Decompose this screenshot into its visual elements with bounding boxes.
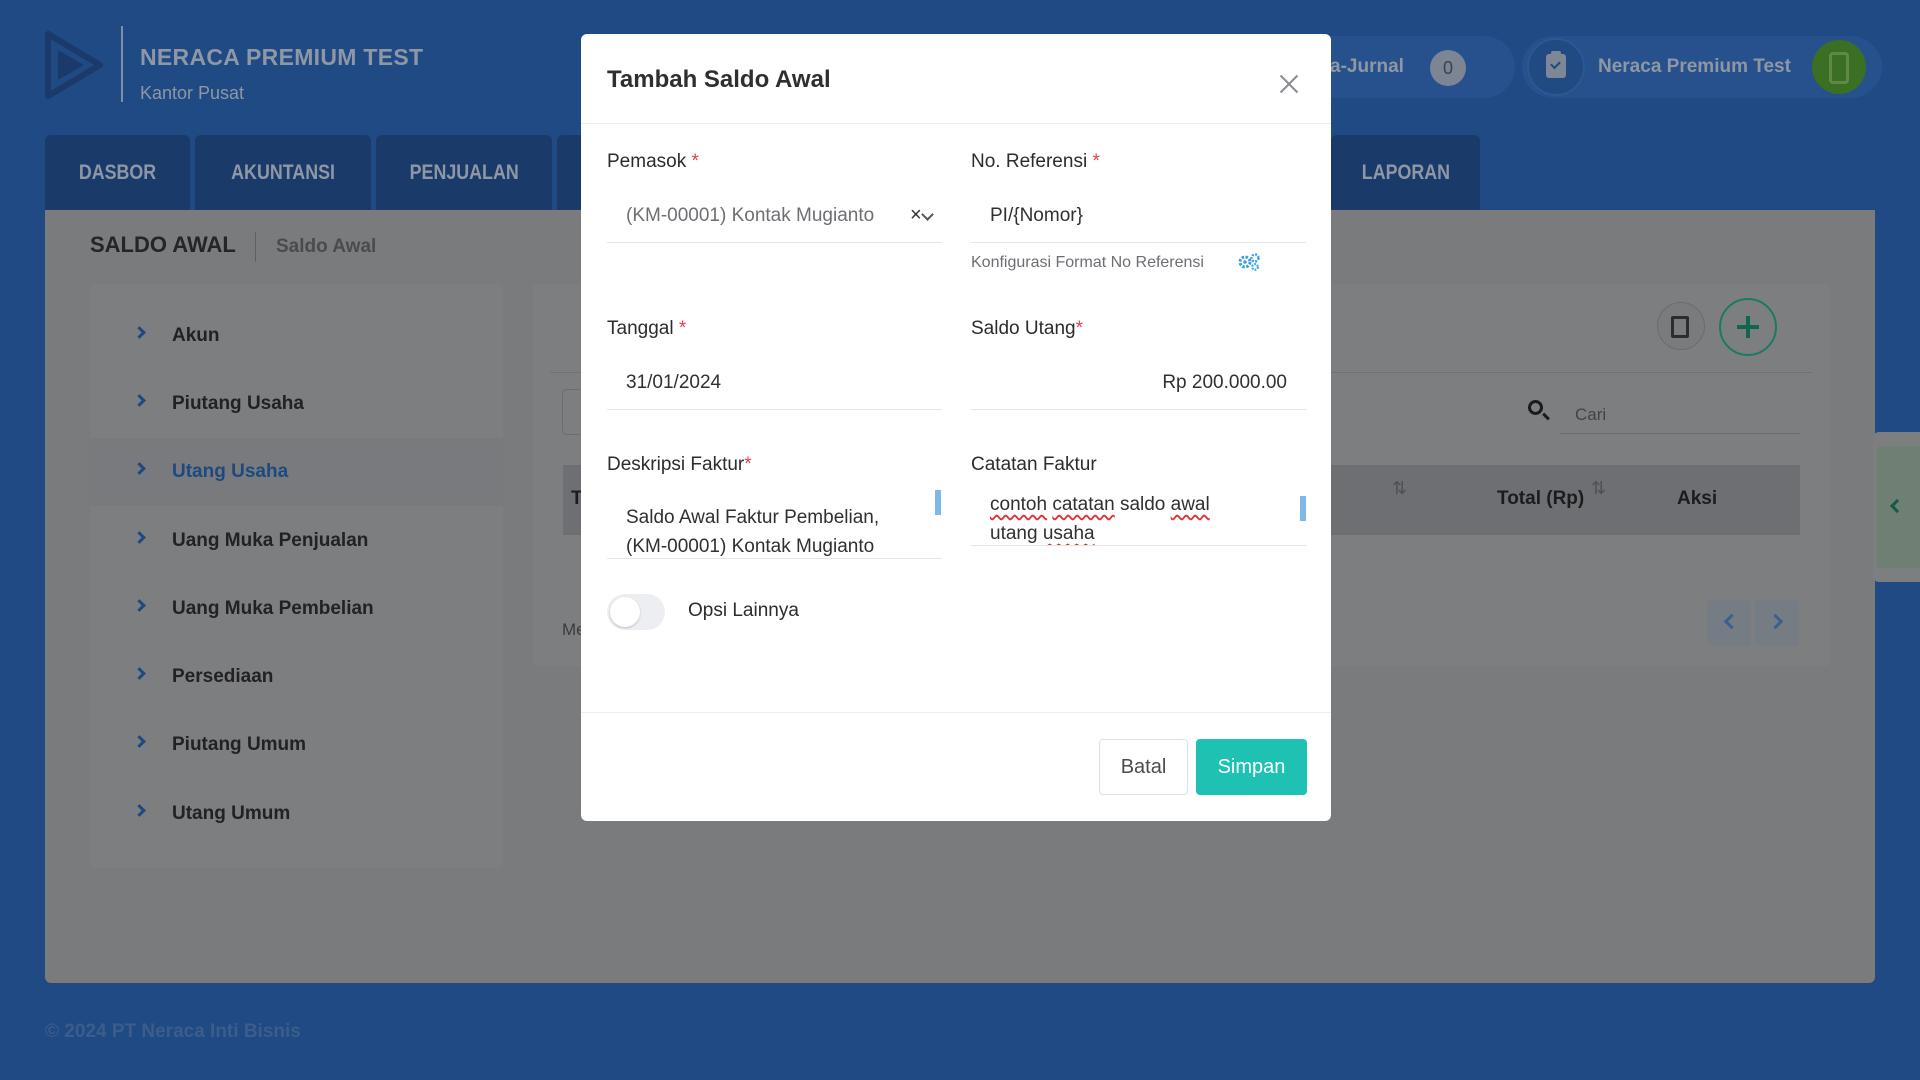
toggle-knob	[610, 597, 640, 627]
ejurnal-count-badge: 0	[1430, 50, 1466, 86]
search-input[interactable]	[1560, 396, 1800, 434]
page-size-select[interactable]	[562, 389, 580, 435]
nav-tab-dasbor[interactable]: DASBOR	[45, 135, 190, 211]
chevron-right-icon	[133, 394, 146, 407]
logo-divider	[121, 26, 123, 102]
nav-tab-akuntansi[interactable]: AKUNTANSI	[195, 135, 371, 211]
chevron-down-icon[interactable]	[921, 208, 934, 221]
sort-icon[interactable]: ⇅	[1591, 478, 1606, 499]
chevron-right-icon	[133, 804, 146, 817]
supplier-label: Pemasok *	[607, 151, 699, 172]
description-line-2: (KM-00001) Kontak Mugianto	[626, 536, 875, 557]
sidebar-item-piutang-usaha[interactable]: Piutang Usaha	[90, 370, 503, 438]
save-button[interactable]: Simpan	[1196, 739, 1307, 795]
sidebar-item-utang-usaha[interactable]: Utang Usaha	[90, 438, 503, 506]
chevron-right-icon	[133, 667, 146, 680]
notes-label: Catatan Faktur	[971, 454, 1097, 475]
reference-value: PI/{Nomor}	[990, 205, 1083, 226]
breadcrumb: Saldo Awal	[276, 236, 377, 257]
sidebar-item-utang-umum[interactable]: Utang Umum	[90, 780, 503, 848]
reference-label: No. Referensi *	[971, 151, 1100, 172]
notes-line-2: utang usaha	[990, 523, 1095, 544]
import-icon	[1671, 316, 1689, 338]
clear-icon[interactable]: ×	[910, 204, 922, 227]
description-line-1: Saldo Awal Faktur Pembelian,	[626, 507, 880, 528]
notes-line-1: contoh catatan saldo awal	[990, 494, 1210, 515]
chevron-right-icon	[133, 531, 146, 544]
sidebar-item-persediaan[interactable]: Persediaan	[90, 643, 503, 711]
chevron-right-icon	[133, 599, 146, 612]
search-icon	[1528, 400, 1543, 415]
modal-footer-divider	[581, 712, 1331, 713]
other-options-toggle[interactable]	[607, 594, 665, 630]
plus-icon-vertical	[1746, 316, 1750, 338]
date-value: 31/01/2024	[626, 372, 722, 393]
copyright: © 2024 PT Neraca Inti Bisnis	[45, 1021, 301, 1042]
logo-mark	[45, 31, 103, 99]
chevron-right-icon	[133, 462, 146, 475]
other-options-label: Opsi Lainnya	[688, 600, 799, 621]
modal-header-divider	[581, 123, 1331, 124]
payable-label: Saldo Utang*	[971, 318, 1083, 339]
chevron-right-icon	[133, 326, 146, 339]
sidebar-item-uang-muka-pembelian[interactable]: Uang Muka Pembelian	[90, 575, 503, 643]
notes-textarea[interactable]: contoh catatan saldo awal utang usaha	[971, 484, 1306, 546]
chevron-right-icon	[133, 735, 146, 748]
description-label: Deskripsi Faktur*	[607, 454, 752, 475]
cancel-button[interactable]: Batal	[1099, 739, 1188, 795]
phone-icon	[1829, 52, 1849, 84]
brand-name: NERACA PREMIUM TEST	[140, 44, 424, 70]
reference-format-link[interactable]: Konfigurasi Format No Referensi	[971, 254, 1204, 272]
add-opening-balance-modal: Tambah Saldo Awal Pemasok * (KM-00001) K…	[581, 34, 1331, 821]
date-label: Tanggal *	[607, 318, 687, 339]
supplier-select[interactable]: (KM-00001) Kontak Mugianto ×	[607, 190, 942, 243]
nav-tab-penjualan[interactable]: PENJUALAN	[376, 135, 552, 211]
close-icon[interactable]	[1275, 70, 1303, 98]
sort-icon[interactable]: ⇅	[1392, 478, 1407, 499]
sidebar-item-piutang-umum[interactable]: Piutang Umum	[90, 711, 503, 779]
description-scrollbar[interactable]	[935, 490, 941, 515]
ejurnal-label[interactable]: a-Jurnal	[1330, 56, 1404, 78]
notes-scrollbar[interactable]	[1300, 496, 1306, 521]
sidebar-item-uang-muka-penjualan[interactable]: Uang Muka Penjualan	[90, 507, 503, 575]
payable-value: Rp 200.000.00	[1162, 372, 1287, 393]
description-textarea[interactable]: Saldo Awal Faktur Pembelian, (KM-00001) …	[607, 497, 942, 559]
gear-icon[interactable]	[1237, 253, 1261, 271]
payable-amount-input[interactable]: Rp 200.000.00	[971, 357, 1306, 410]
clipboard-icon	[1546, 51, 1566, 78]
user-name[interactable]: Neraca Premium Test	[1598, 56, 1791, 78]
supplier-value: (KM-00001) Kontak Mugianto	[626, 205, 875, 226]
column-header-total[interactable]: Total (Rp)	[1497, 488, 1584, 510]
nav-tab-laporan[interactable]: LAPORAN	[1331, 135, 1480, 211]
title-divider	[255, 232, 256, 262]
column-header-action: Aksi	[1677, 488, 1718, 509]
reference-input[interactable]: PI/{Nomor}	[971, 190, 1306, 243]
modal-title: Tambah Saldo Awal	[607, 66, 831, 93]
brand-branch: Kantor Pusat	[140, 83, 245, 103]
page-title: SALDO AWAL	[90, 232, 236, 257]
date-input[interactable]: 31/01/2024	[607, 357, 942, 410]
sidebar-item-akun[interactable]: Akun	[90, 302, 503, 370]
